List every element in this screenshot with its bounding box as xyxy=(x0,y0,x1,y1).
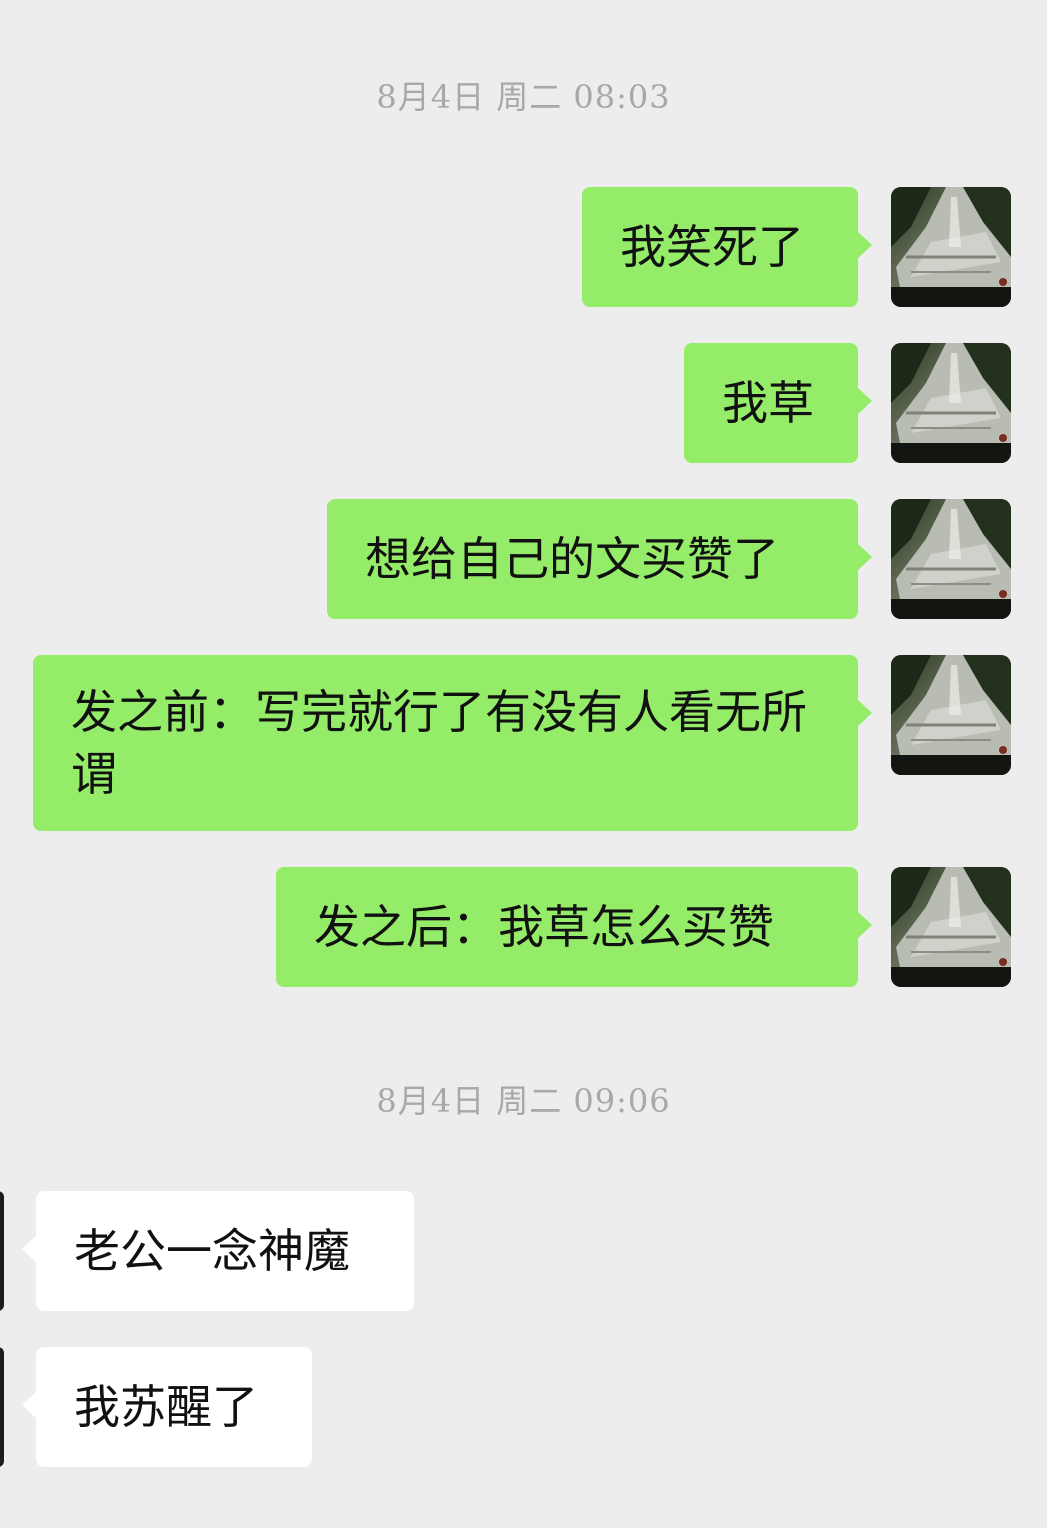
avatar-photo-icon[interactable] xyxy=(891,499,1011,619)
avatar-photo-icon[interactable] xyxy=(891,655,1011,775)
message-text: 我笑死了 xyxy=(620,220,804,274)
timestamp: 8月4日 周二 08:03 xyxy=(376,78,671,116)
timestamp: 8月4日 周二 09:06 xyxy=(376,1082,671,1120)
avatar-photo-icon[interactable] xyxy=(891,867,1011,987)
message-text: 发之前：写完就行了有没有人看无所谓 xyxy=(71,685,807,801)
message-text: 想给自己的文买赞了 xyxy=(365,532,779,586)
message-bubble-outgoing[interactable]: 我草 xyxy=(684,343,872,463)
message-bubble-incoming[interactable]: 老公一念神魔 xyxy=(22,1191,414,1311)
message-bubble-outgoing[interactable]: 发之后：我草怎么买赞 xyxy=(276,867,872,987)
avatar-photo-icon[interactable] xyxy=(0,1191,4,1311)
message-text: 我草 xyxy=(722,376,814,430)
message-bubble-outgoing[interactable]: 想给自己的文买赞了 xyxy=(327,499,872,619)
message-bubble-incoming[interactable]: 我苏醒了 xyxy=(22,1347,312,1467)
avatar-photo-icon[interactable] xyxy=(0,1347,4,1467)
message-bubble-outgoing[interactable]: 发之前：写完就行了有没有人看无所谓 xyxy=(33,655,872,831)
message-text: 发之后：我草怎么买赞 xyxy=(314,900,774,954)
message-text: 我苏醒了 xyxy=(74,1380,258,1434)
message-bubble-outgoing[interactable]: 我笑死了 xyxy=(582,187,872,307)
message-text: 老公一念神魔 xyxy=(74,1224,350,1278)
avatar-photo-icon[interactable] xyxy=(891,343,1011,463)
avatar-photo-icon[interactable] xyxy=(891,187,1011,307)
